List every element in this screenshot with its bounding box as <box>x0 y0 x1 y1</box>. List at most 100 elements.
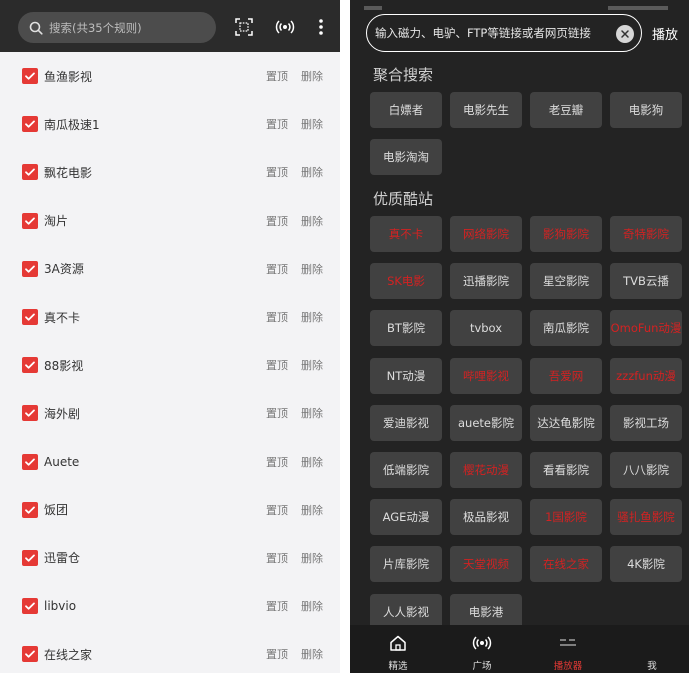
rule-name: 海外剧 <box>44 406 81 421</box>
rule-name: 3A资源 <box>44 262 84 277</box>
rule-checkbox[interactable] <box>22 164 38 181</box>
more-options-icon[interactable] <box>311 17 331 37</box>
rule-checkbox[interactable] <box>22 260 38 277</box>
nav-item[interactable]: 广场 <box>442 625 522 673</box>
pin-to-top-button[interactable]: 置顶 <box>266 646 288 662</box>
pin-to-top-button[interactable]: 置顶 <box>266 598 288 614</box>
broadcast-icon[interactable] <box>275 17 295 37</box>
site-tile[interactable]: 南瓜影院 <box>530 310 602 347</box>
site-tile[interactable]: 吾爱网 <box>530 357 602 394</box>
rule-checkbox[interactable] <box>22 598 38 615</box>
delete-button[interactable]: 删除 <box>301 646 323 662</box>
delete-button[interactable]: 删除 <box>301 502 323 518</box>
delete-button[interactable]: 删除 <box>301 116 323 132</box>
rule-row: 淘片 置顶 删除 <box>0 197 340 245</box>
nav-item[interactable]: 我 <box>612 625 689 673</box>
site-tile[interactable]: TVB云播 <box>610 263 682 300</box>
nav-item[interactable]: 精选 <box>358 625 438 673</box>
site-tile[interactable]: 迅播影院 <box>450 263 522 300</box>
site-tile[interactable]: 影狗影院 <box>530 216 602 252</box>
pin-to-top-button[interactable]: 置顶 <box>266 116 288 132</box>
delete-button[interactable]: 删除 <box>301 309 323 325</box>
site-tile[interactable]: 八八影院 <box>610 452 682 488</box>
delete-button[interactable]: 删除 <box>301 261 323 277</box>
rule-row: 88影视 置顶 删除 <box>0 341 340 389</box>
delete-button[interactable]: 删除 <box>301 598 323 614</box>
site-tile[interactable]: 奇特影院 <box>610 216 682 252</box>
site-tile[interactable]: 电影淘淘 <box>370 139 442 175</box>
rule-checkbox[interactable] <box>22 549 38 566</box>
pin-to-top-button[interactable]: 置顶 <box>266 502 288 518</box>
site-tile[interactable]: 白嫖者 <box>370 92 442 128</box>
pin-to-top-button[interactable]: 置顶 <box>266 309 288 325</box>
delete-button[interactable]: 删除 <box>301 405 323 421</box>
nav-item[interactable]: 播放器 <box>528 625 608 673</box>
site-tile[interactable]: 达达龟影院 <box>530 404 602 441</box>
pin-to-top-button[interactable]: 置顶 <box>266 213 288 229</box>
site-tile[interactable]: 哔哩影视 <box>450 357 522 394</box>
delete-button[interactable]: 删除 <box>301 357 323 373</box>
rule-name: 淘片 <box>44 214 69 229</box>
pin-to-top-button[interactable]: 置顶 <box>266 357 288 373</box>
site-tile[interactable]: 影视工场 <box>610 404 682 441</box>
site-tile[interactable]: 电影先生 <box>450 92 522 128</box>
rule-checkbox[interactable] <box>22 68 38 85</box>
rule-name: libvio <box>44 599 77 614</box>
site-tile[interactable]: SK电影 <box>370 263 442 300</box>
site-tile[interactable]: BT影院 <box>370 310 442 347</box>
rule-name: 88影视 <box>44 358 84 373</box>
delete-button[interactable]: 删除 <box>301 164 323 180</box>
site-tile[interactable]: 天堂视频 <box>450 546 522 583</box>
site-tile[interactable]: 1国影院 <box>530 499 602 536</box>
rule-row: 飘花电影 置顶 删除 <box>0 148 340 196</box>
rule-row: 海外剧 置顶 删除 <box>0 389 340 437</box>
site-tile[interactable]: 网络影院 <box>450 216 522 252</box>
rule-checkbox[interactable] <box>22 357 38 374</box>
divider <box>340 0 350 673</box>
site-tile[interactable]: 低端影院 <box>370 452 442 488</box>
rule-row: libvio 置顶 删除 <box>0 582 340 630</box>
site-tile[interactable]: OmoFun动漫 <box>610 310 682 347</box>
delete-button[interactable]: 删除 <box>301 68 323 84</box>
delete-button[interactable]: 删除 <box>301 213 323 229</box>
rule-checkbox[interactable] <box>22 501 38 518</box>
pin-to-top-button[interactable]: 置顶 <box>266 454 288 470</box>
site-tile[interactable]: 星空影院 <box>530 263 602 300</box>
site-tile[interactable]: 骚扎鱼影院 <box>610 499 682 536</box>
pin-to-top-button[interactable]: 置顶 <box>266 261 288 277</box>
site-tile[interactable]: 樱花动漫 <box>450 452 522 488</box>
rule-checkbox[interactable] <box>22 116 38 133</box>
rule-checkbox[interactable] <box>22 212 38 229</box>
site-tile[interactable]: 片库影院 <box>370 546 442 583</box>
site-tile[interactable]: 真不卡 <box>370 216 442 252</box>
rule-checkbox[interactable] <box>22 453 38 470</box>
rule-row: 鱼渔影视 置顶 删除 <box>0 52 340 100</box>
site-tile[interactable]: 极品影视 <box>450 499 522 536</box>
pin-to-top-button[interactable]: 置顶 <box>266 68 288 84</box>
rule-search-input[interactable]: 搜索(共35个规则) <box>18 12 216 43</box>
site-tile[interactable]: 4K影院 <box>610 546 682 583</box>
rule-checkbox[interactable] <box>22 405 38 422</box>
scan-icon[interactable] <box>234 17 254 37</box>
site-tile[interactable]: 爱迪影视 <box>370 404 442 441</box>
site-tile[interactable]: AGE动漫 <box>370 499 442 536</box>
site-tile[interactable]: 在线之家 <box>530 546 602 583</box>
link-input[interactable]: 输入磁力、电驴、FTP等链接或者网页链接 <box>366 14 642 52</box>
top-bar: 搜索(共35个规则) <box>0 0 340 52</box>
delete-button[interactable]: 删除 <box>301 550 323 566</box>
pin-to-top-button[interactable]: 置顶 <box>266 405 288 421</box>
site-tile[interactable]: NT动漫 <box>370 357 442 394</box>
pin-to-top-button[interactable]: 置顶 <box>266 164 288 180</box>
site-tile[interactable]: tvbox <box>450 310 522 347</box>
delete-button[interactable]: 删除 <box>301 454 323 470</box>
site-tile[interactable]: auete影院 <box>450 404 522 441</box>
site-tile[interactable]: 看看影院 <box>530 452 602 488</box>
rule-checkbox[interactable] <box>22 309 38 326</box>
rule-checkbox[interactable] <box>22 646 38 663</box>
pin-to-top-button[interactable]: 置顶 <box>266 550 288 566</box>
play-button[interactable]: 播放 <box>652 24 678 43</box>
site-tile[interactable]: 老豆瓣 <box>530 92 602 128</box>
clear-icon[interactable] <box>616 25 634 43</box>
site-tile[interactable]: zzzfun动漫 <box>610 357 682 394</box>
site-tile[interactable]: 电影狗 <box>610 92 682 128</box>
